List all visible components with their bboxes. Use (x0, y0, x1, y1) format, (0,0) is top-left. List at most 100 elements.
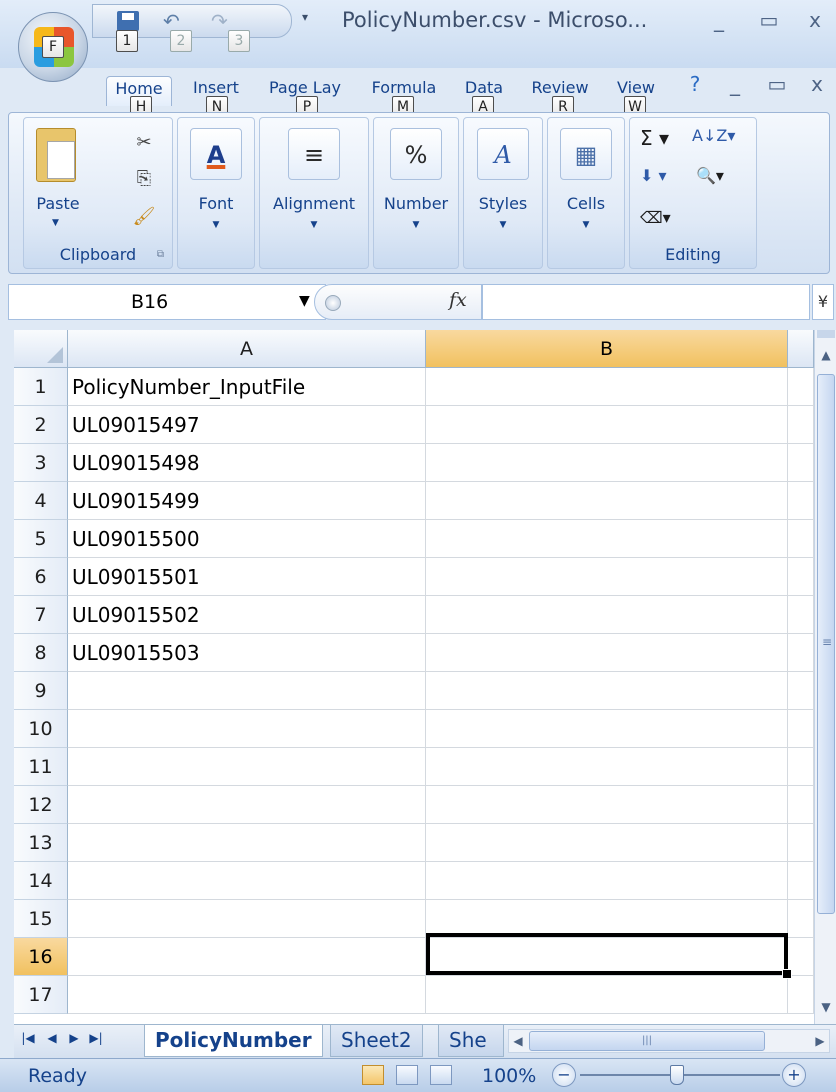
cut-icon[interactable]: ✂ (132, 132, 156, 154)
office-button[interactable]: F (18, 12, 88, 82)
format-painter-icon[interactable]: 🖌 (132, 206, 156, 228)
next-sheet-icon[interactable]: ▶ (64, 1031, 84, 1045)
active-cell-b16[interactable] (426, 933, 788, 975)
close-button[interactable]: x (802, 8, 828, 32)
select-all-button[interactable] (14, 330, 68, 368)
row-header[interactable]: 15 (14, 900, 68, 938)
cell-b2[interactable] (426, 406, 788, 444)
cell-c11[interactable] (788, 748, 814, 786)
column-header-a[interactable]: A (68, 330, 426, 368)
cell-c10[interactable] (788, 710, 814, 748)
worksheet-grid[interactable]: A B 1 PolicyNumber_InputFile 2 UL09015497 3 U… (14, 330, 814, 1024)
clear-button[interactable]: ⌫▾ (640, 208, 671, 227)
cell-a10[interactable] (68, 710, 426, 748)
insert-function-button[interactable]: fx (449, 289, 467, 311)
page-break-preview-icon[interactable] (430, 1065, 452, 1085)
copy-icon[interactable]: ⎘ (132, 168, 156, 190)
row-header[interactable]: 17 (14, 976, 68, 1014)
sort-filter-button[interactable]: A↓Z▾ (692, 126, 735, 145)
cell-b8[interactable] (426, 634, 788, 672)
cell-a2[interactable]: UL09015497 (68, 406, 426, 444)
cell-a8[interactable]: UL09015503 (68, 634, 426, 672)
vertical-scroll-thumb[interactable]: ≡ (817, 374, 835, 914)
split-box[interactable] (817, 330, 835, 338)
cell-c8[interactable] (788, 634, 814, 672)
cell-b6[interactable] (426, 558, 788, 596)
name-box-dropdown-icon[interactable]: ▼ (299, 293, 310, 309)
cell-a11[interactable] (68, 748, 426, 786)
resize-handle-icon[interactable] (325, 295, 341, 311)
cell-a7[interactable]: UL09015502 (68, 596, 426, 634)
cell-a17[interactable] (68, 976, 426, 1014)
name-box[interactable]: B16 ▼ (8, 284, 326, 320)
cell-a16[interactable] (68, 938, 426, 976)
cell-a1[interactable]: PolicyNumber_InputFile (68, 368, 426, 406)
cell-b5[interactable] (426, 520, 788, 558)
prev-sheet-icon[interactable]: ◀ (42, 1031, 62, 1045)
cell-b3[interactable] (426, 444, 788, 482)
row-header[interactable]: 13 (14, 824, 68, 862)
cell-c9[interactable] (788, 672, 814, 710)
find-select-button[interactable]: 🔍▾ (696, 166, 724, 185)
cell-b1[interactable] (426, 368, 788, 406)
cell-c1[interactable] (788, 368, 814, 406)
row-header[interactable]: 2 (14, 406, 68, 444)
fill-handle[interactable] (782, 969, 792, 979)
cell-a9[interactable] (68, 672, 426, 710)
cell-c17[interactable] (788, 976, 814, 1014)
cell-a5[interactable]: UL09015500 (68, 520, 426, 558)
scroll-left-icon[interactable]: ◀ (509, 1030, 527, 1052)
cell-b7[interactable] (426, 596, 788, 634)
row-header[interactable]: 10 (14, 710, 68, 748)
formula-input[interactable] (482, 284, 810, 320)
scroll-up-icon[interactable]: ▲ (817, 340, 835, 370)
cell-b11[interactable] (426, 748, 788, 786)
row-header[interactable]: 6 (14, 558, 68, 596)
workbook-close-button[interactable]: x (804, 72, 830, 96)
normal-view-icon[interactable] (362, 1065, 384, 1085)
row-header[interactable]: 5 (14, 520, 68, 558)
paste-icon[interactable] (36, 128, 76, 182)
clipboard-dialog-launcher-icon[interactable]: ⧉ (157, 249, 164, 260)
scroll-down-icon[interactable]: ▼ (817, 992, 835, 1022)
workbook-minimize-button[interactable]: _ (722, 72, 748, 96)
zoom-level[interactable]: 100% (482, 1065, 536, 1087)
sheet-tab-policynumber[interactable]: PolicyNumber (144, 1025, 323, 1057)
zoom-out-icon[interactable]: − (552, 1063, 576, 1087)
fill-button[interactable]: ⬇ ▾ (640, 166, 667, 185)
help-icon[interactable]: ? (682, 72, 708, 96)
cell-b10[interactable] (426, 710, 788, 748)
scroll-right-icon[interactable]: ▶ (811, 1030, 829, 1052)
row-header[interactable]: 9 (14, 672, 68, 710)
group-number[interactable]: % Number ▼ (373, 117, 459, 269)
row-header[interactable]: 12 (14, 786, 68, 824)
zoom-slider-thumb[interactable] (670, 1065, 684, 1085)
horizontal-scrollbar[interactable]: ◀ ||| ▶ (508, 1029, 830, 1053)
row-header[interactable]: 8 (14, 634, 68, 672)
group-font[interactable]: A Font ▼ (177, 117, 255, 269)
row-header[interactable]: 11 (14, 748, 68, 786)
cell-c12[interactable] (788, 786, 814, 824)
cell-c6[interactable] (788, 558, 814, 596)
first-sheet-icon[interactable]: |◀ (18, 1031, 38, 1045)
cell-b9[interactable] (426, 672, 788, 710)
cell-c4[interactable] (788, 482, 814, 520)
customize-qat-button[interactable]: ▾ (302, 10, 308, 24)
redo-icon[interactable]: ↷ (211, 11, 233, 31)
cell-b4[interactable] (426, 482, 788, 520)
column-header-b[interactable]: B (426, 330, 788, 368)
sheet-tab-sheet2[interactable]: Sheet2 (330, 1025, 423, 1057)
row-header[interactable]: 3 (14, 444, 68, 482)
zoom-in-icon[interactable]: + (782, 1063, 806, 1087)
expand-formula-bar-button[interactable]: ¥ (812, 284, 834, 320)
last-sheet-icon[interactable]: ▶| (86, 1031, 106, 1045)
save-icon[interactable] (117, 11, 139, 31)
page-layout-view-icon[interactable] (396, 1065, 418, 1085)
sheet-tab-sheet3[interactable]: She (438, 1025, 504, 1057)
column-header-c[interactable] (788, 330, 814, 368)
cell-a14[interactable] (68, 862, 426, 900)
autosum-button[interactable]: Σ ▾ (640, 126, 669, 150)
row-header[interactable]: 1 (14, 368, 68, 406)
row-header[interactable]: 7 (14, 596, 68, 634)
cell-a12[interactable] (68, 786, 426, 824)
